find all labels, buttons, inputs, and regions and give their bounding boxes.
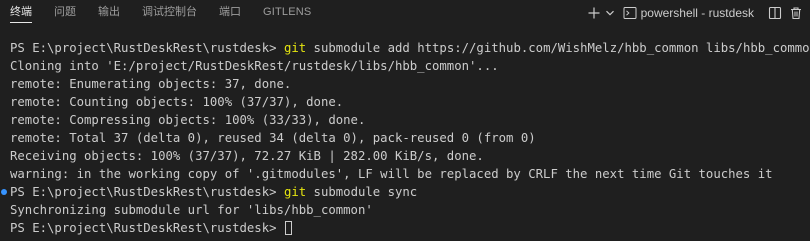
output-text: Cloning into 'E:/project/RustDeskRest/ru… <box>10 59 499 73</box>
terminal-line: warning: in the working copy of '.gitmod… <box>0 165 810 183</box>
tab-terminal-label: 终端 <box>10 5 32 18</box>
terminal-line: Cloning into 'E:/project/RustDeskRest/ru… <box>0 57 810 75</box>
tab-problems-label: 问题 <box>54 5 76 18</box>
prompt: PS E:\project\RustDeskRest\rustdesk> <box>10 185 284 199</box>
output-text: remote: Enumerating objects: 37, done. <box>10 77 292 91</box>
tab-gitlens[interactable]: GITLENS <box>263 0 311 26</box>
text-cursor <box>284 221 292 235</box>
split-editor-icon <box>768 6 782 20</box>
terminal-line: PS E:\project\RustDeskRest\rustdesk> git… <box>0 183 810 201</box>
kill-terminal-button[interactable] <box>786 2 806 24</box>
terminal-line: remote: Enumerating objects: 37, done. <box>0 75 810 93</box>
tab-debug-console-label: 调试控制台 <box>142 5 197 18</box>
output-text: warning: in the working copy of '.gitmod… <box>10 167 773 181</box>
tab-ports-label: 端口 <box>219 5 241 18</box>
output-text: remote: Counting objects: 100% (37/37), … <box>10 95 344 109</box>
tab-debug-console[interactable]: 调试控制台 <box>142 0 197 26</box>
tab-gitlens-label: GITLENS <box>263 6 312 18</box>
terminal-line: PS E:\project\RustDeskRest\rustdesk> <box>0 219 810 237</box>
terminal-profile-selector[interactable]: powershell - rustdesk <box>623 2 764 24</box>
output-text: Receiving objects: 100% (37/37), 72.27 K… <box>10 149 484 163</box>
terminal-line: remote: Compressing objects: 100% (33/33… <box>0 111 810 129</box>
new-terminal-button[interactable] <box>585 2 603 24</box>
chevron-down-icon <box>605 10 614 16</box>
terminal-actions: powershell - rustdesk <box>585 0 806 26</box>
terminal-output[interactable]: PS E:\project\RustDeskRest\rustdesk> git… <box>0 39 810 237</box>
terminal-line: Receiving objects: 100% (37/37), 72.27 K… <box>0 147 810 165</box>
launch-profile-dropdown-button[interactable] <box>603 2 617 24</box>
terminal-panel: 终端 问题 输出 调试控制台 端口 GITLENS powershell - r… <box>0 0 810 241</box>
terminal-line: PS E:\project\RustDeskRest\rustdesk> git… <box>0 39 810 57</box>
terminal-line: remote: Total 37 (delta 0), reused 34 (d… <box>0 129 810 147</box>
terminal-line: remote: Counting objects: 100% (37/37), … <box>0 93 810 111</box>
trash-icon <box>791 7 801 20</box>
tab-ports[interactable]: 端口 <box>219 0 241 26</box>
command-decoration-dot[interactable] <box>1 189 7 195</box>
output-text: remote: Total 37 (delta 0), reused 34 (d… <box>10 131 536 145</box>
output-text: Synchronizing submodule url for 'libs/hb… <box>10 203 373 217</box>
output-text: remote: Compressing objects: 100% (33/33… <box>10 113 366 127</box>
panel-tabs: 终端 问题 输出 调试控制台 端口 GITLENS <box>0 0 333 26</box>
plus-icon <box>588 7 600 19</box>
command-args: submodule sync <box>306 185 418 199</box>
prompt: PS E:\project\RustDeskRest\rustdesk> <box>10 41 284 55</box>
prompt: PS E:\project\RustDeskRest\rustdesk> <box>10 221 284 235</box>
command-name: git <box>283 185 307 199</box>
command-name: git <box>283 41 307 55</box>
terminal-icon <box>623 7 637 19</box>
terminal-profile-label: powershell - rustdesk <box>640 6 754 20</box>
tab-output-label: 输出 <box>98 5 120 18</box>
tab-terminal[interactable]: 终端 <box>10 0 32 26</box>
command-args: submodule add https://github.com/WishMel… <box>306 41 810 55</box>
tab-problems[interactable]: 问题 <box>54 0 76 26</box>
panel-tab-bar: 终端 问题 输出 调试控制台 端口 GITLENS powershell - r… <box>0 0 810 26</box>
terminal-line: Synchronizing submodule url for 'libs/hb… <box>0 201 810 219</box>
split-terminal-button[interactable] <box>764 2 786 24</box>
tab-output[interactable]: 输出 <box>98 0 120 26</box>
